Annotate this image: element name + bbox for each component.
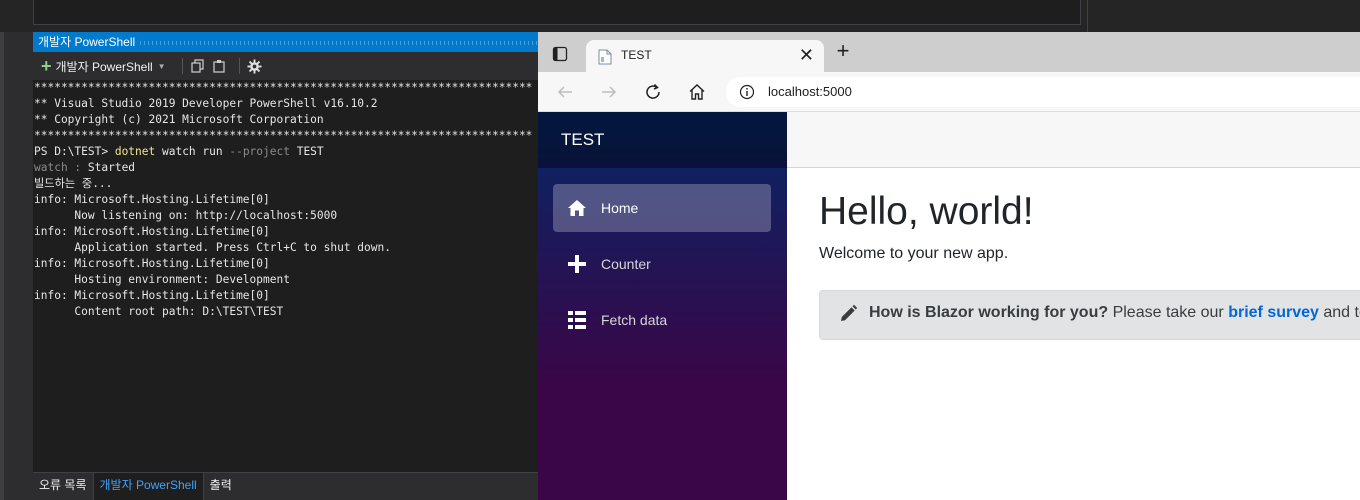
powershell-console[interactable]: ****************************************… bbox=[33, 80, 538, 472]
nav-item-label: Home bbox=[601, 200, 639, 216]
gear-icon[interactable] bbox=[247, 58, 263, 74]
console-text: Content root path: D:\TEST\TEST bbox=[34, 305, 284, 318]
chevron-down-icon[interactable]: ▼ bbox=[158, 62, 166, 71]
console-text: info: Microsoft.Hosting.Lifetime[0] bbox=[34, 193, 270, 206]
console-line: ** Copyright (c) 2021 Microsoft Corporat… bbox=[34, 112, 538, 128]
console-line: Hosting environment: Development bbox=[34, 272, 538, 288]
info-icon[interactable] bbox=[739, 84, 755, 100]
bottom-tab[interactable]: 오류 목록 bbox=[33, 473, 93, 500]
console-text: info: Microsoft.Hosting.Lifetime[0] bbox=[34, 289, 270, 302]
console-text: Started bbox=[87, 161, 136, 174]
console-line: info: Microsoft.Hosting.Lifetime[0] bbox=[34, 288, 538, 304]
powershell-tool-window: 개발자 PowerShell + 개발자 PowerShell ▼ ******… bbox=[33, 32, 538, 500]
nav-item-fetch-data[interactable]: Fetch data bbox=[553, 296, 771, 344]
console-text: dotnet bbox=[114, 145, 156, 158]
console-text: watch : bbox=[34, 161, 88, 174]
page-title: Hello, world! bbox=[819, 190, 1034, 233]
console-text: ** Copyright (c) 2021 Microsoft Corporat… bbox=[34, 113, 324, 126]
console-line: ****************************************… bbox=[34, 128, 538, 144]
vs-left-gutter bbox=[4, 32, 33, 500]
survey-text: How is Blazor working for you? Please ta… bbox=[869, 304, 1360, 322]
console-text: info: Microsoft.Hosting.Lifetime[0] bbox=[34, 257, 270, 270]
console-text: Hosting environment: Development bbox=[34, 273, 290, 286]
address-text: localhost:5000 bbox=[768, 84, 852, 99]
forward-icon[interactable] bbox=[598, 81, 620, 103]
app-brand[interactable]: TEST bbox=[561, 130, 604, 150]
list-icon bbox=[567, 310, 587, 330]
survey-lead: Please take our bbox=[1108, 304, 1229, 321]
browser-tab-title: TEST bbox=[621, 48, 652, 62]
console-line: info: Microsoft.Hosting.Lifetime[0] bbox=[34, 224, 538, 240]
console-text: TEST bbox=[289, 145, 324, 158]
survey-alert: How is Blazor working for you? Please ta… bbox=[819, 290, 1360, 340]
welcome-text: Welcome to your new app. bbox=[819, 245, 1009, 262]
plus-icon[interactable]: + bbox=[832, 40, 854, 62]
browser-window: TEST ✕ + localhost:5000 TEST Home Counte… bbox=[538, 32, 1360, 500]
console-line: Now listening on: http://localhost:5000 bbox=[34, 208, 538, 224]
console-text: PS D:\TEST> bbox=[34, 145, 115, 158]
console-text: Application started. Press Ctrl+C to shu… bbox=[34, 241, 391, 254]
paste-icon[interactable] bbox=[211, 58, 227, 74]
vs-editor-area bbox=[0, 0, 1087, 32]
console-text: ****************************************… bbox=[34, 129, 533, 142]
console-text: info: Microsoft.Hosting.Lifetime[0] bbox=[34, 225, 270, 238]
console-text: watch run bbox=[155, 145, 230, 158]
powershell-toolbar: + 개발자 PowerShell ▼ bbox=[33, 52, 538, 80]
refresh-icon[interactable] bbox=[642, 81, 664, 103]
app-sidebar: TEST Home Counter Fetch data bbox=[538, 112, 787, 500]
console-line: ****************************************… bbox=[34, 80, 538, 96]
app-top-row bbox=[787, 112, 1360, 168]
console-line: info: Microsoft.Hosting.Lifetime[0] bbox=[34, 192, 538, 208]
survey-trail: and te bbox=[1323, 304, 1360, 321]
bottom-tab[interactable]: 개발자 PowerShell bbox=[92, 473, 204, 500]
console-text: Now listening on: http://localhost:5000 bbox=[34, 209, 338, 222]
console-line: PS D:\TEST> dotnet watch run --project T… bbox=[34, 144, 538, 160]
console-line: 빌드하는 중... bbox=[34, 176, 538, 192]
powershell-titlebar[interactable]: 개발자 PowerShell bbox=[33, 32, 538, 52]
vs-editor-pane bbox=[33, 0, 1081, 25]
toolbar-separator bbox=[238, 58, 240, 74]
plus-icon bbox=[567, 254, 587, 274]
console-text: 빌드하는 중... bbox=[34, 177, 113, 190]
nav-item-counter[interactable]: Counter bbox=[553, 240, 771, 288]
toolbar-separator bbox=[181, 58, 183, 74]
bottom-panel-tabs: 오류 목록 개발자 PowerShell 출력 bbox=[33, 472, 538, 500]
browser-toolbar: localhost:5000 bbox=[538, 72, 1360, 112]
close-icon[interactable]: ✕ bbox=[799, 45, 814, 65]
plus-icon[interactable]: + bbox=[41, 57, 52, 75]
survey-question: How is Blazor working for you? bbox=[869, 304, 1109, 321]
app-content: Hello, world! Welcome to your new app. H… bbox=[787, 168, 1360, 500]
nav-item-label: Fetch data bbox=[601, 312, 668, 328]
address-bar[interactable]: localhost:5000 bbox=[726, 77, 1360, 107]
console-line: Application started. Press Ctrl+C to shu… bbox=[34, 240, 538, 256]
console-line: watch : Started bbox=[34, 160, 538, 176]
app-brand-bar: TEST bbox=[538, 112, 787, 168]
bottom-tab[interactable]: 출력 bbox=[204, 473, 238, 500]
copy-icon[interactable] bbox=[190, 58, 206, 74]
home-icon bbox=[567, 198, 587, 218]
tab-actions-icon[interactable] bbox=[552, 46, 568, 62]
console-line: ** Visual Studio 2019 Developer PowerShe… bbox=[34, 96, 538, 112]
console-line: info: Microsoft.Hosting.Lifetime[0] bbox=[34, 256, 538, 272]
back-icon[interactable] bbox=[554, 81, 576, 103]
console-line: Content root path: D:\TEST\TEST bbox=[34, 304, 538, 320]
new-terminal-button[interactable]: 개발자 PowerShell bbox=[56, 58, 153, 75]
browser-tab[interactable]: TEST ✕ bbox=[586, 40, 824, 72]
console-text: ** Visual Studio 2019 Developer PowerShe… bbox=[34, 97, 378, 110]
pencil-icon bbox=[838, 304, 858, 324]
home-icon[interactable] bbox=[686, 81, 708, 103]
console-text: ****************************************… bbox=[34, 81, 533, 94]
survey-link[interactable]: brief survey bbox=[1228, 304, 1319, 321]
powershell-window-title: 개발자 PowerShell bbox=[33, 32, 141, 52]
nav-item-label: Counter bbox=[601, 256, 651, 272]
vs-side-panel bbox=[1087, 0, 1360, 32]
nav-item-home[interactable]: Home bbox=[553, 184, 771, 232]
browser-tab-strip: TEST ✕ + bbox=[538, 32, 1360, 72]
page-favicon-icon bbox=[598, 49, 612, 65]
console-text: --project bbox=[229, 145, 290, 158]
